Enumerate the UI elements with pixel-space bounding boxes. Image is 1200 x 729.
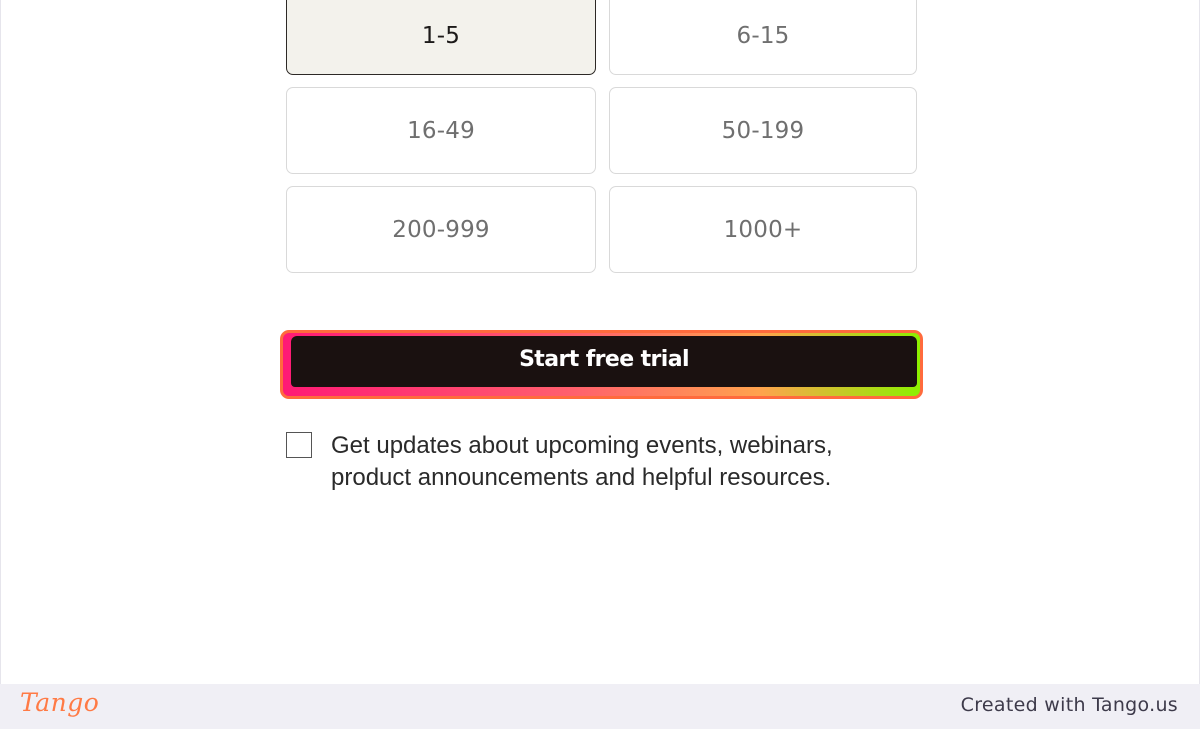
size-option-label: 1000+ (723, 216, 803, 243)
tango-logo: Tango (20, 688, 100, 717)
size-option-200-999[interactable]: 200-999 (286, 186, 596, 273)
size-option-label: 50-199 (721, 117, 805, 144)
start-free-trial-button[interactable]: Start free trial (291, 336, 917, 387)
marketing-consent: Get updates about upcoming events, webin… (286, 430, 926, 494)
click-highlight: Start free trial (280, 330, 923, 399)
size-option-label: 16-49 (407, 117, 475, 144)
tango-footer: Tango Created with Tango.us (0, 684, 1200, 729)
size-option-1-5[interactable]: 1-5 (286, 0, 596, 75)
start-free-trial-label: Start free trial (519, 347, 689, 372)
size-option-16-49[interactable]: 16-49 (286, 87, 596, 174)
marketing-consent-checkbox[interactable] (286, 432, 312, 458)
size-option-label: 6-15 (736, 22, 790, 49)
page-frame: 1-5 6-15 16-49 50-199 200-999 1000+ Star… (0, 0, 1200, 684)
size-option-50-199[interactable]: 50-199 (609, 87, 917, 174)
company-size-options: 1-5 6-15 16-49 50-199 200-999 1000+ (286, 0, 917, 273)
marketing-consent-text: Get updates about upcoming events, webin… (331, 432, 833, 491)
size-option-6-15[interactable]: 6-15 (609, 0, 917, 75)
size-option-label: 1-5 (421, 22, 461, 49)
size-option-1000-plus[interactable]: 1000+ (609, 186, 917, 273)
size-option-label: 200-999 (392, 216, 490, 243)
created-with-credit: Created with Tango.us (960, 694, 1178, 716)
